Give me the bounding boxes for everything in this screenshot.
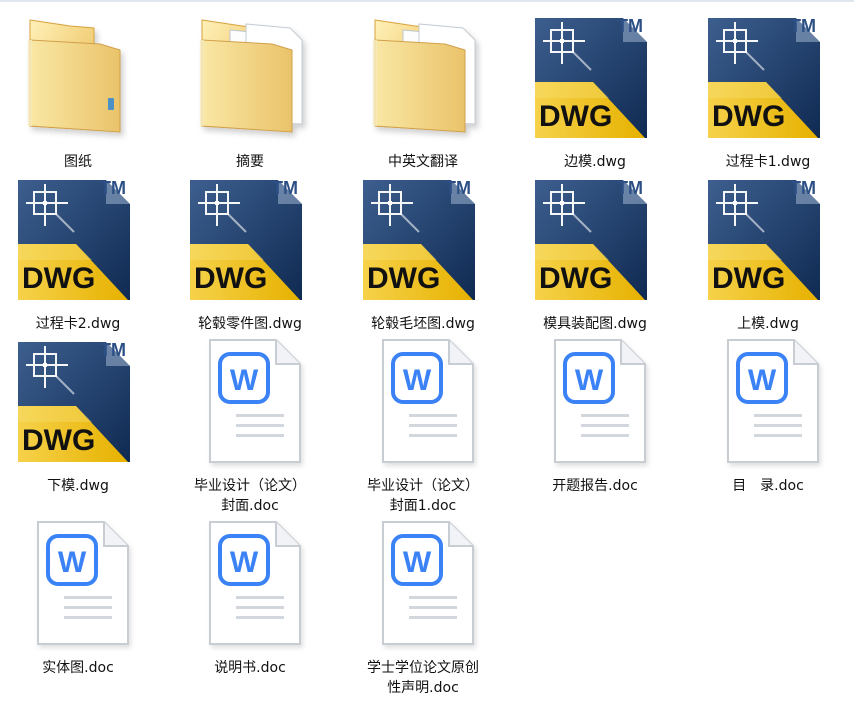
file-item[interactable]: TM DWG 过程卡2.dwg: [0, 168, 158, 346]
svg-text:W: W: [575, 364, 604, 397]
svg-text:DWG: DWG: [367, 262, 440, 295]
folder-with-documents-icon: [353, 6, 493, 146]
word-document-icon: W: [8, 512, 148, 652]
svg-text:W: W: [403, 546, 432, 579]
file-item[interactable]: W 学士学位论文原创 性声明.doc: [343, 512, 503, 696]
dwg-file-icon: TM DWG: [698, 6, 838, 146]
file-item[interactable]: 摘要: [170, 6, 330, 184]
file-item[interactable]: TM DWG 模具装配图.dwg: [515, 168, 675, 346]
file-item[interactable]: W 实体图.doc: [0, 512, 158, 690]
word-document-icon: W: [353, 512, 493, 652]
svg-text:W: W: [230, 546, 259, 579]
file-item[interactable]: TM DWG 上模.dwg: [688, 168, 848, 346]
svg-text:TM: TM: [272, 178, 298, 198]
svg-text:DWG: DWG: [194, 262, 267, 295]
file-label: 说明书.doc: [214, 660, 286, 676]
svg-text:DWG: DWG: [22, 424, 95, 457]
dwg-file-icon: TM DWG: [353, 168, 493, 308]
file-label: 下模.dwg: [47, 478, 109, 494]
svg-text:DWG: DWG: [539, 262, 612, 295]
word-document-icon: W: [698, 330, 838, 470]
svg-text:TM: TM: [100, 178, 126, 198]
dwg-file-icon: TM DWG: [180, 168, 320, 308]
dwg-file-icon: TM DWG: [698, 168, 838, 308]
file-item[interactable]: 中英文翻译: [343, 6, 503, 184]
file-label: 开题报告.doc: [552, 478, 638, 494]
word-document-icon: W: [180, 512, 320, 652]
file-item[interactable]: W 开题报告.doc: [515, 330, 675, 508]
svg-text:W: W: [230, 364, 259, 397]
svg-text:W: W: [58, 546, 87, 579]
file-item[interactable]: W 目 录.doc: [688, 330, 848, 508]
dwg-file-icon: TM DWG: [8, 330, 148, 470]
file-item[interactable]: TM DWG 下模.dwg: [0, 330, 158, 508]
svg-text:TM: TM: [617, 16, 643, 36]
file-label: 毕业设计（论文） 封面1.doc: [367, 478, 479, 514]
word-document-icon: W: [180, 330, 320, 470]
file-item[interactable]: W 毕业设计（论文） 封面1.doc: [343, 330, 503, 514]
file-label: 学士学位论文原创 性声明.doc: [367, 660, 479, 696]
file-item[interactable]: W 毕业设计（论文） 封面.doc: [170, 330, 330, 514]
svg-text:TM: TM: [445, 178, 471, 198]
file-item[interactable]: TM DWG 轮毂毛坯图.dwg: [343, 168, 503, 346]
svg-text:DWG: DWG: [22, 262, 95, 295]
file-item[interactable]: 图纸: [0, 6, 158, 184]
svg-text:TM: TM: [790, 178, 816, 198]
file-label: 实体图.doc: [42, 660, 114, 676]
svg-text:W: W: [748, 364, 777, 397]
file-item[interactable]: TM DWG 过程卡1.dwg: [688, 6, 848, 184]
word-document-icon: W: [353, 330, 493, 470]
file-item[interactable]: TM DWG 边模.dwg: [515, 6, 675, 184]
folder-icon: [8, 6, 148, 146]
file-item[interactable]: TM DWG 轮毂零件图.dwg: [170, 168, 330, 346]
dwg-file-icon: TM DWG: [525, 168, 665, 308]
dwg-file-icon: TM DWG: [525, 6, 665, 146]
svg-text:W: W: [403, 364, 432, 397]
file-item[interactable]: W 说明书.doc: [170, 512, 330, 690]
file-icon-grid: 图纸 摘要 中英文翻译 TM DWG 边模.dwg TM DWG 过程卡1.dw…: [0, 0, 854, 708]
svg-text:DWG: DWG: [712, 262, 785, 295]
svg-text:DWG: DWG: [539, 100, 612, 133]
svg-text:DWG: DWG: [712, 100, 785, 133]
svg-text:TM: TM: [790, 16, 816, 36]
svg-text:TM: TM: [100, 340, 126, 360]
folder-with-documents-icon: [180, 6, 320, 146]
file-label: 目 录.doc: [732, 478, 804, 494]
dwg-file-icon: TM DWG: [8, 168, 148, 308]
file-label: 毕业设计（论文） 封面.doc: [194, 478, 306, 514]
svg-text:TM: TM: [617, 178, 643, 198]
word-document-icon: W: [525, 330, 665, 470]
